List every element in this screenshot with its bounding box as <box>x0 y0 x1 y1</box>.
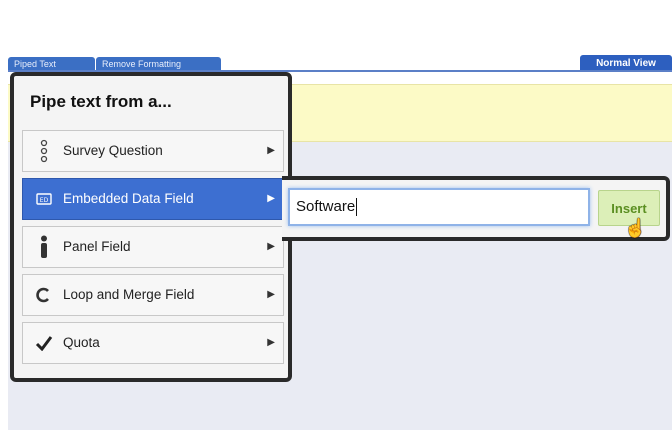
menu-item-survey-question[interactable]: Survey Question ▶ <box>22 130 284 172</box>
chevron-right-icon: ▶ <box>267 337 275 348</box>
menu-item-label: Embedded Data Field <box>63 191 194 206</box>
svg-text:ED: ED <box>40 197 49 204</box>
menu-item-panel-field[interactable]: Panel Field ▶ <box>22 226 284 268</box>
menu-item-label: Quota <box>63 335 100 350</box>
menu-title: Pipe text from a... <box>30 92 172 111</box>
menu-item-label: Survey Question <box>63 143 163 158</box>
menu-item-loop-and-merge-field[interactable]: Loop and Merge Field ▶ <box>22 274 284 316</box>
chevron-right-icon: ▶ <box>267 241 275 252</box>
menu-item-label: Panel Field <box>63 239 131 254</box>
pipe-text-menu: Pipe text from a... Survey Question ▶ ED… <box>10 72 292 382</box>
chevron-right-icon: ▶ <box>267 193 275 204</box>
menu-item-label: Loop and Merge Field <box>63 287 195 302</box>
menu-item-quota[interactable]: Quota ▶ <box>22 322 284 364</box>
embedded-data-icon: ED <box>33 179 55 219</box>
chevron-right-icon: ▶ <box>267 145 275 156</box>
checkmark-icon <box>33 323 55 363</box>
hand-cursor-icon: ☝ <box>624 218 647 238</box>
field-value: Software <box>296 198 356 215</box>
text-caret <box>356 198 358 217</box>
chevron-right-icon: ▶ <box>267 289 275 300</box>
menu-item-embedded-data-field[interactable]: ED Embedded Data Field ▶ <box>22 178 284 220</box>
top-background <box>0 0 672 62</box>
person-icon <box>33 227 55 267</box>
loop-icon <box>33 275 55 315</box>
survey-question-icon <box>33 131 55 171</box>
embedded-data-field-input[interactable]: Software <box>288 188 590 226</box>
